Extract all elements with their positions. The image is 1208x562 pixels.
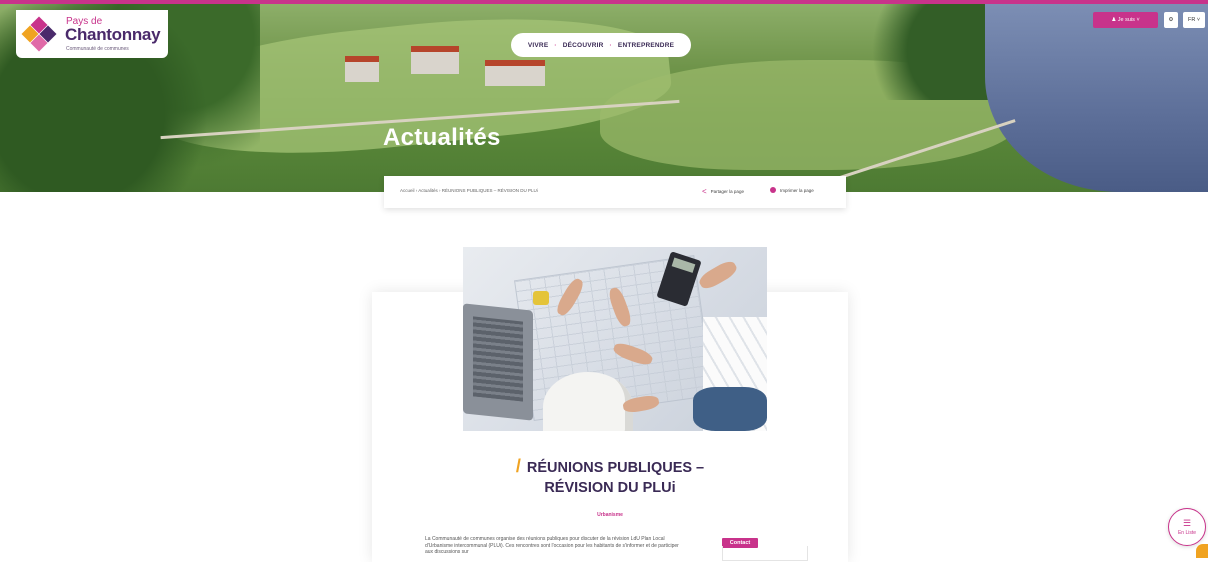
article-body: La Communauté de communes organise des r… — [425, 536, 679, 555]
contact-box — [722, 546, 808, 561]
en-liste-button[interactable]: ☰ En Liste — [1168, 508, 1206, 546]
top-accent-line — [0, 0, 1208, 4]
article-image — [463, 247, 767, 431]
article-title-line2: RÉVISION DU PLUi — [544, 480, 676, 496]
logo-mark-icon — [21, 16, 57, 52]
page-title: Actualités — [383, 124, 501, 151]
print-label: Imprimer la page — [780, 187, 814, 193]
share-button[interactable]: < Partager la page — [702, 187, 744, 196]
nav-separator: · — [609, 41, 612, 49]
site-logo[interactable]: Pays de Chantonnay Communauté de commune… — [16, 10, 168, 58]
share-label: Partager la page — [710, 189, 744, 194]
logo-subtitle: Communauté de communes — [66, 46, 129, 52]
nav-item-vivre[interactable]: VIVRE — [528, 42, 549, 49]
clipboard-icon: ☰ — [1182, 517, 1192, 528]
nav-item-entreprendre[interactable]: ENTREPRENDRE — [618, 42, 674, 49]
nav-item-decouvrir[interactable]: DÉCOUVRIR — [563, 42, 604, 49]
chevron-down-icon: ˅ — [1134, 17, 1140, 23]
print-button[interactable]: Imprimer la page — [770, 187, 814, 193]
je-suis-label: Je suis — [1117, 17, 1135, 23]
language-select[interactable]: FR ˅ — [1183, 12, 1205, 28]
nav-separator: · — [554, 41, 557, 49]
main-nav: VIVRE · DÉCOUVRIR · ENTREPRENDRE — [511, 33, 691, 57]
breadcrumb-bar: Accueil › Actualités › RÉUNIONS PUBLIQUE… — [384, 176, 846, 208]
en-liste-label: En Liste — [1177, 529, 1197, 536]
slash-icon: / — [515, 456, 521, 476]
accessibility-icon: ⚙ — [1168, 17, 1174, 23]
breadcrumb[interactable]: Accueil › Actualités › RÉUNIONS PUBLIQUE… — [400, 188, 538, 193]
article-title: / RÉUNIONS PUBLIQUES – RÉVISION DU PLUi — [372, 456, 848, 498]
je-suis-button[interactable]: ♟ Je suis ˅ — [1093, 12, 1158, 28]
hero-lake — [985, 0, 1208, 192]
hero-banner — [0, 0, 1208, 192]
language-label: FR — [1187, 17, 1196, 23]
print-icon — [770, 187, 776, 193]
share-icon: < — [702, 187, 707, 196]
article-title-line1: RÉUNIONS PUBLIQUES – — [526, 460, 705, 476]
logo-name: Chantonnay — [65, 25, 161, 44]
accessibility-button[interactable]: ⚙ — [1164, 12, 1178, 28]
category-tag[interactable]: Urbanisme — [372, 512, 848, 518]
corner-decoration — [1196, 544, 1208, 558]
chevron-down-icon: ˅ — [1195, 17, 1201, 23]
